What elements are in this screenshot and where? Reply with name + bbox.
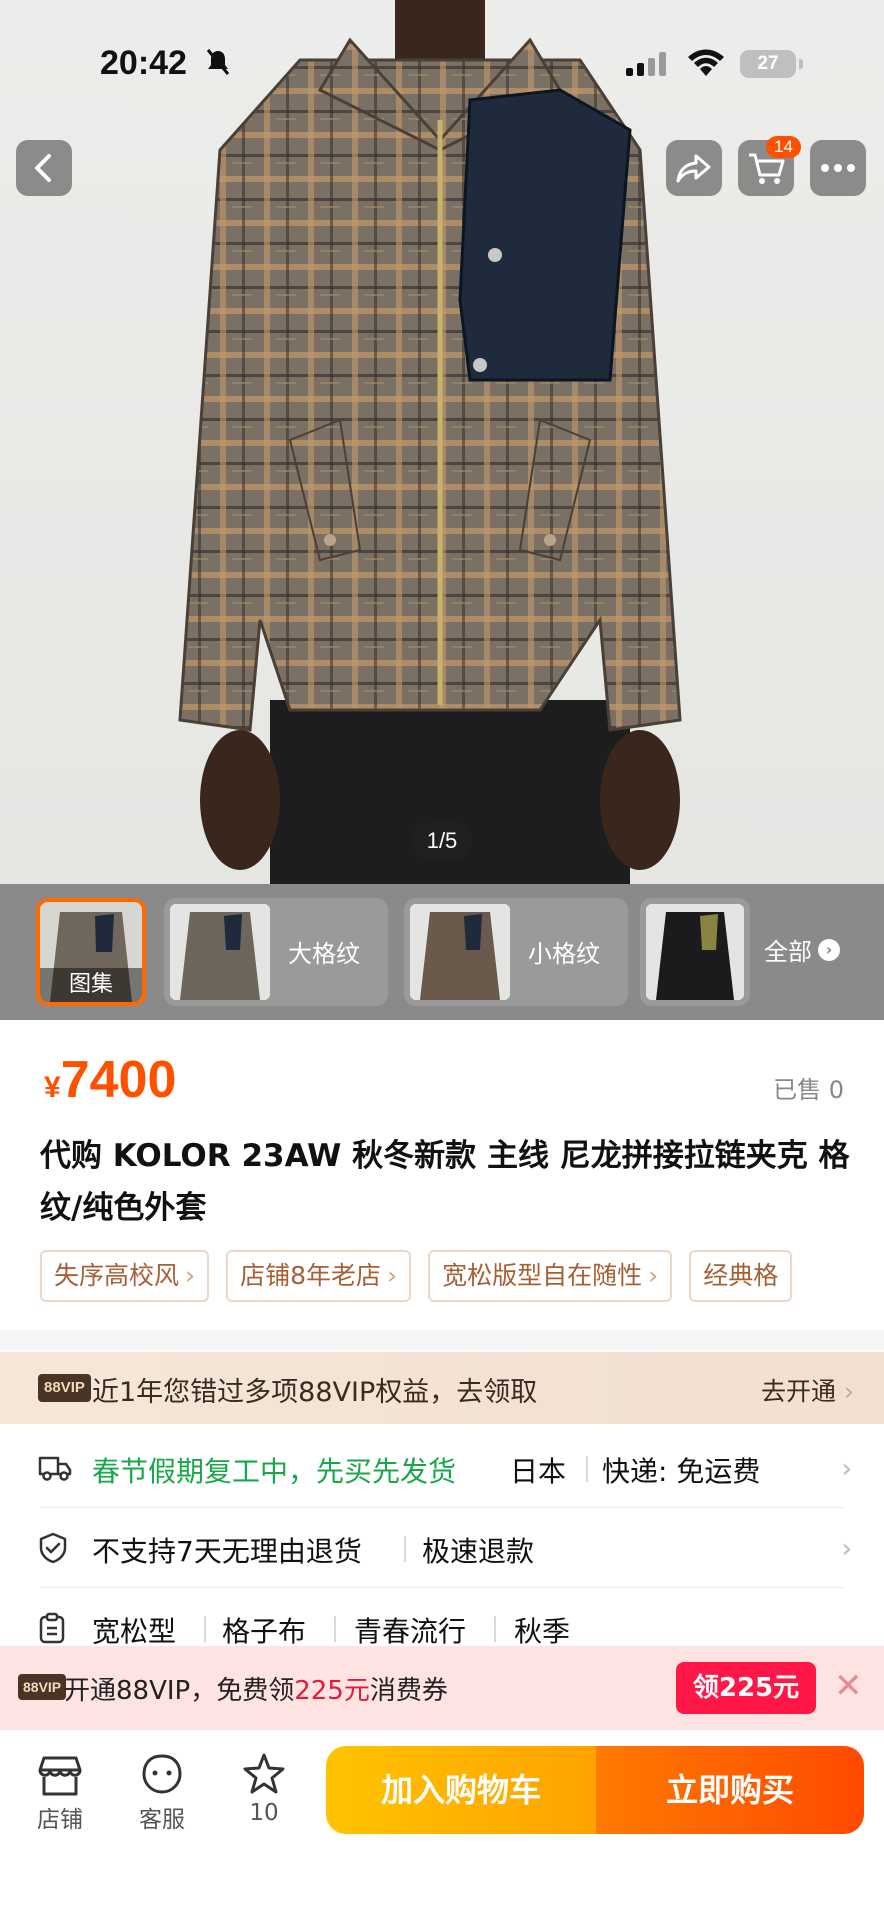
add-to-cart-button[interactable]: 加入购物车 — [326, 1746, 596, 1834]
customer-service-button[interactable]: 客服 — [122, 1750, 202, 1834]
divider — [204, 1616, 206, 1642]
tag-item[interactable]: 店铺8年老店 › — [226, 1250, 412, 1302]
jacket-photo — [178, 0, 682, 884]
shipping-origin: 日本 — [510, 1455, 567, 1488]
price-value: 7400 — [60, 1051, 177, 1109]
thumb-variant-label: 大格纹 — [288, 940, 360, 968]
favorite-count: 10 — [249, 1800, 279, 1826]
vip-text: 近1年您错过多项88VIP权益，去领取 — [92, 1377, 538, 1408]
shipping-method: 快递: 免运费 — [602, 1455, 761, 1488]
chevron-right-icon: › — [841, 1534, 852, 1564]
wifi-icon — [688, 49, 724, 76]
shop-label: 店铺 — [37, 1807, 83, 1833]
store-icon — [38, 1756, 82, 1796]
divider — [404, 1536, 406, 1562]
product-image[interactable]: 20:42 27 14 1/5 — [0, 0, 884, 884]
buy-now-button[interactable]: 立即购买 — [596, 1746, 864, 1834]
tag-label: 失序高校风 — [54, 1261, 180, 1290]
return-policy: 不支持7天无理由退货 — [92, 1535, 362, 1568]
thumb-variant-label: 小格纹 — [528, 940, 600, 968]
returns-row[interactable]: 不支持7天无理由退货 极速退款 › — [0, 1508, 884, 1588]
tag-list: 失序高校风 › 店铺8年老店 › 宽松版型自在随性 › 经典格 — [40, 1250, 884, 1302]
chevron-right-icon: › — [841, 1454, 852, 1484]
tag-label: 店铺8年老店 — [240, 1261, 382, 1290]
chevron-right-icon: › — [844, 1377, 854, 1406]
signal-icon — [626, 52, 666, 76]
thumb-large-plaid-image — [170, 904, 270, 1000]
promo-text-before: 开通88VIP，免费领 — [64, 1676, 295, 1706]
thumbnail-strip: 图集 大格纹 小格纹 全部 › — [0, 884, 884, 1020]
divider — [494, 1616, 496, 1642]
claim-coupon-button[interactable]: 领225元 — [676, 1662, 816, 1714]
share-icon — [676, 154, 711, 183]
chevron-right-icon: › — [818, 938, 840, 961]
shop-button[interactable]: 店铺 — [20, 1750, 100, 1834]
thumb-variant-small-plaid[interactable]: 小格纹 — [404, 898, 628, 1006]
chevron-left-icon — [35, 154, 51, 182]
vip-banner[interactable]: 88VIP 近1年您错过多项88VIP权益，去领取 去开通 › — [0, 1352, 884, 1424]
thumb-gallery[interactable]: 图集 — [36, 898, 146, 1006]
silent-bell-icon — [206, 49, 230, 75]
promo-text-after: 消费券 — [369, 1676, 448, 1706]
chevron-right-icon: › — [387, 1261, 398, 1290]
thumb-gallery-caption: 图集 — [40, 968, 142, 1002]
cart-button[interactable]: 14 — [738, 136, 801, 196]
more-dots-icon — [821, 164, 855, 172]
promo-amount: 225元 — [294, 1676, 370, 1706]
truck-icon — [38, 1456, 72, 1481]
favorite-button[interactable]: 10 — [224, 1750, 304, 1826]
battery-indicator: 27 — [740, 50, 803, 78]
vip-badge: 88VIP — [38, 1374, 91, 1402]
view-all-link[interactable]: 全部 › — [764, 932, 840, 967]
section-divider — [0, 1330, 884, 1350]
attribute-item: 秋季 — [514, 1615, 571, 1648]
share-button[interactable] — [666, 140, 722, 196]
vip-promo-bar: 88VIP 开通88VIP，免费领225元消费券 领225元 ✕ — [0, 1646, 884, 1730]
vip-open-label: 去开通 — [761, 1377, 837, 1406]
chat-face-icon — [142, 1754, 182, 1794]
shipping-row[interactable]: 春节假期复工中，先买先发货 日本 快递: 免运费 › — [0, 1428, 884, 1508]
vip-badge: 88VIP — [18, 1674, 67, 1700]
attribute-item: 宽松型 — [92, 1615, 177, 1648]
bottom-action-bar: 店铺 客服 10 加入购物车 立即购买 — [0, 1730, 884, 1920]
tag-label: 经典格 — [703, 1261, 779, 1290]
view-all-label: 全部 — [764, 938, 812, 966]
service-label: 客服 — [139, 1807, 185, 1833]
price-currency: ¥ — [44, 1071, 61, 1104]
shipping-notice: 春节假期复工中，先买先发货 — [92, 1455, 457, 1488]
chevron-right-icon: › — [648, 1261, 659, 1290]
refund-type: 极速退款 — [422, 1535, 535, 1568]
thumb-black-image — [646, 904, 744, 1000]
image-counter: 1/5 — [412, 822, 472, 860]
attribute-item: 青春流行 — [354, 1615, 467, 1648]
vip-open-link[interactable]: 去开通 › — [761, 1372, 854, 1408]
close-icon[interactable]: ✕ — [834, 1668, 863, 1704]
divider — [334, 1616, 336, 1642]
cart-count-badge: 14 — [766, 136, 801, 158]
product-title: 代购 KOLOR 23AW 秋冬新款 主线 尼龙拼接拉链夹克 格纹/纯色外套 — [40, 1138, 850, 1226]
tag-item[interactable]: 经典格 — [689, 1250, 793, 1302]
attribute-item: 格子布 — [222, 1615, 307, 1648]
divider — [586, 1456, 588, 1482]
shield-check-icon — [39, 1532, 67, 1564]
status-time: 20:42 — [100, 44, 187, 82]
tag-item[interactable]: 失序高校风 › — [40, 1250, 210, 1302]
sold-count: 已售 0 — [773, 1076, 844, 1104]
thumb-variant-large-plaid[interactable]: 大格纹 — [164, 898, 388, 1006]
back-button[interactable] — [16, 140, 72, 196]
more-button[interactable] — [810, 140, 866, 196]
chevron-right-icon: › — [185, 1261, 196, 1290]
price: ¥7400 — [44, 1050, 176, 1110]
thumb-variant-black[interactable] — [640, 898, 750, 1006]
tag-item[interactable]: 宽松版型自在随性 › — [428, 1250, 673, 1302]
clipboard-icon — [39, 1612, 65, 1644]
promo-text: 开通88VIP，免费领225元消费券 — [64, 1670, 448, 1707]
star-icon — [243, 1753, 285, 1794]
status-bar: 20:42 27 — [0, 0, 884, 132]
tag-label: 宽松版型自在随性 — [442, 1261, 643, 1290]
thumb-small-plaid-image — [410, 904, 510, 1000]
